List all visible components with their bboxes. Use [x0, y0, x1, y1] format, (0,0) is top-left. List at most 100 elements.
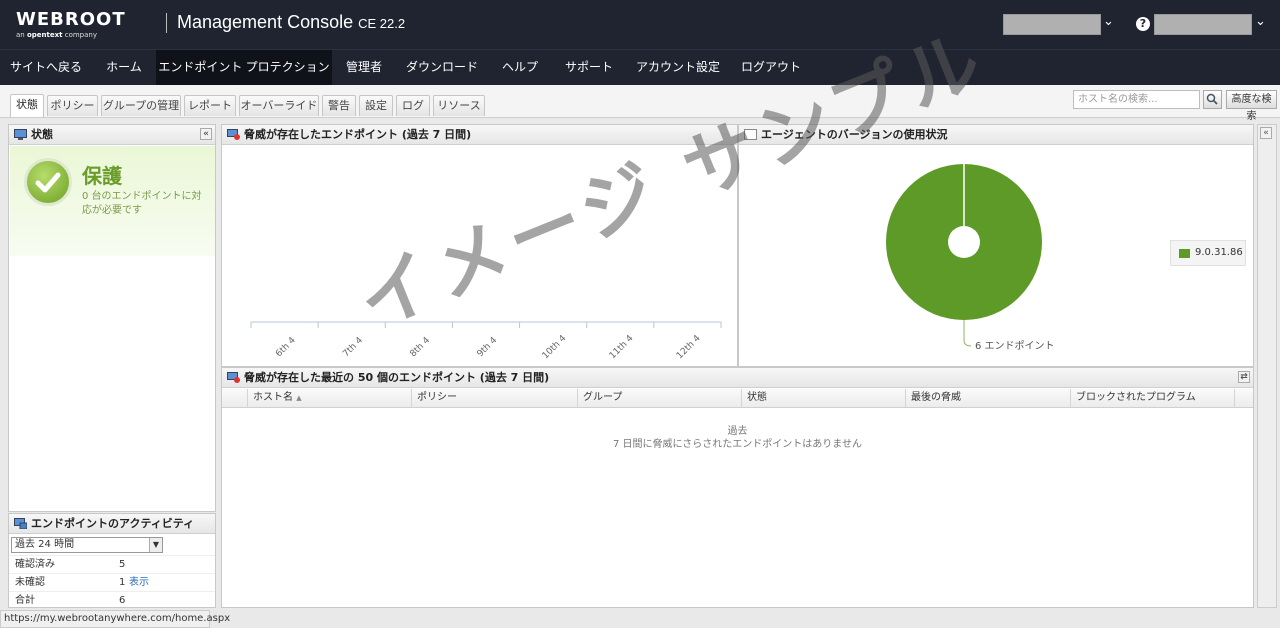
column-status[interactable]: 状態	[742, 389, 906, 407]
nav-back-to-site[interactable]: サイトへ戻る	[0, 50, 92, 85]
monitor-icon	[14, 129, 27, 140]
endpoint-activity-panel: エンドポイントのアクティビティ 過去 24 時間 ▼ 確認済み 5 未確認 1 …	[8, 513, 216, 608]
nav-admins[interactable]: 管理者	[332, 50, 396, 85]
threat-monitor-icon	[227, 372, 240, 383]
activity-panel-header: エンドポイントのアクティビティ	[9, 514, 215, 534]
recent-threats-header: 脅威が存在した最近の 50 個のエンドポイント (過去 7 日間) ⇄	[222, 368, 1253, 388]
tab-group-management[interactable]: グループの管理	[101, 95, 181, 116]
recent-threats-title: 脅威が存在した最近の 50 個のエンドポイント (過去 7 日間)	[244, 371, 550, 384]
x-tick-label: 8th 4	[408, 335, 432, 359]
protection-detail: 0 台のエンドポイントに対応が必要です	[82, 191, 202, 216]
sort-asc-icon: ▲	[296, 394, 302, 402]
app-title: Management Console CE 22.2	[177, 12, 405, 33]
right-collapsed-sidebar[interactable]	[1257, 124, 1277, 608]
x-tick-label: 10th 4	[541, 333, 569, 361]
status-panel-header: 状態 «	[9, 125, 215, 145]
nav-home[interactable]: ホーム	[92, 50, 156, 85]
threat-chart-header: 脅威が存在したエンドポイント (過去 7 日間)	[222, 125, 737, 145]
chevron-down-icon[interactable]: ⌄	[1255, 14, 1266, 29]
window-icon	[744, 129, 757, 140]
main-nav: サイトへ戻る ホーム エンドポイント プロテクション 管理者 ダウンロード ヘル…	[0, 49, 1280, 85]
activity-row: 確認済み 5	[9, 555, 215, 573]
tab-overrides[interactable]: オーバーライド	[239, 95, 319, 116]
threat-chart-panel: 脅威が存在したエンドポイント (過去 7 日間) 6th 4 7th 4 8th 4…	[221, 124, 738, 367]
empty-message-line2: 7 日間に脅威にさらされたエンドポイントはありません	[612, 439, 863, 450]
activity-period-value: 過去 24 時間	[15, 539, 75, 550]
activity-row-label: 未確認	[15, 577, 45, 588]
threat-monitor-icon	[227, 129, 240, 140]
x-tick-label: 7th 4	[341, 335, 365, 359]
threat-chart-svg: 6th 4 7th 4 8th 4 9th 4 10th 4 11th 4 12th 4	[250, 321, 722, 361]
activity-row-value: 5	[119, 559, 126, 570]
tab-settings[interactable]: 設定	[359, 95, 393, 116]
agent-version-title: エージェントのバージョンの使用状況	[761, 128, 948, 141]
app-version: CE 22.2	[358, 16, 406, 31]
tab-logs[interactable]: ログ	[396, 95, 430, 116]
x-tick-label: 6th 4	[274, 335, 298, 359]
recent-threats-panel: 脅威が存在した最近の 50 個のエンドポイント (過去 7 日間) ⇄ ホスト名…	[221, 367, 1254, 608]
activity-row-value: 1	[119, 577, 126, 588]
x-tick-label: 12th 4	[675, 333, 703, 361]
refresh-icon[interactable]: ⇄	[1238, 371, 1250, 383]
app-title-text: Management Console	[177, 12, 354, 32]
webroot-logo[interactable]: WEBROOT an opentext company	[16, 9, 126, 40]
slice-leader-line	[963, 320, 972, 347]
tab-reports[interactable]: レポート	[184, 95, 236, 116]
nav-support[interactable]: サポート	[552, 50, 626, 85]
activity-row-label: 合計	[15, 595, 35, 606]
activity-row-label: 確認済み	[15, 559, 55, 570]
table-header-row: ホスト名 ▲ ポリシー グループ 状態 最後の脅威 ブロックされたプログラム	[222, 389, 1253, 408]
x-tick-label: 9th 4	[476, 335, 500, 359]
logo-wordmark: WEBROOT	[16, 9, 126, 30]
nav-account-settings[interactable]: アカウント設定	[626, 50, 730, 85]
logo-sub-suffix: company	[64, 31, 97, 39]
tab-alerts[interactable]: 警告	[322, 95, 356, 116]
x-tick-label: 11th 4	[608, 333, 636, 361]
show-unconfirmed-link[interactable]: 表示	[129, 574, 149, 592]
empty-message-line1: 過去	[727, 426, 748, 437]
browser-status-url: https://my.webrootanywhere.com/home.aspx	[0, 610, 230, 628]
column-blocked-programs[interactable]: ブロックされたプログラム	[1071, 389, 1235, 407]
nav-logout[interactable]: ログアウト	[730, 50, 812, 85]
top-header: WEBROOT an opentext company Management C…	[0, 0, 1280, 49]
activity-panel-title: エンドポイントのアクティビティ	[31, 517, 195, 530]
column-policy[interactable]: ポリシー	[412, 389, 578, 407]
logo-sub-brand: opentext	[26, 31, 63, 39]
activity-row: 未確認 1 表示	[9, 573, 215, 591]
monitor-icon	[14, 518, 27, 529]
search-button[interactable]	[1203, 90, 1222, 109]
pie-hole	[948, 226, 980, 258]
logo-tagline: an opentext company	[16, 31, 126, 39]
activity-period-select[interactable]: 過去 24 時間 ▼	[11, 537, 163, 553]
pie-legend: 9.0.31.86	[1170, 240, 1246, 266]
status-panel: 状態 « 保護 0 台のエンドポイントに対応が必要です	[8, 124, 216, 512]
threat-chart-title: 脅威が存在したエンドポイント (過去 7 日間)	[244, 128, 472, 141]
help-icon[interactable]: ?	[1136, 17, 1150, 31]
agent-version-header: エージェントのバージョンの使用状況	[739, 125, 1253, 145]
chevron-down-icon[interactable]: ⌄	[1103, 14, 1114, 29]
protection-status: 保護 0 台のエンドポイントに対応が必要です	[10, 146, 215, 256]
checkbox-column	[222, 389, 248, 407]
column-hostname[interactable]: ホスト名 ▲	[248, 389, 412, 407]
chevron-down-icon[interactable]: ▼	[149, 538, 162, 552]
column-last-threat[interactable]: 最後の脅威	[906, 389, 1071, 407]
nav-endpoint-protection[interactable]: エンドポイント プロテクション	[156, 50, 332, 85]
tab-policies[interactable]: ポリシー	[47, 95, 98, 116]
legend-swatch	[1179, 249, 1190, 258]
search-icon	[1206, 93, 1218, 105]
column-group[interactable]: グループ	[578, 389, 742, 407]
user-account-selector[interactable]	[1154, 14, 1252, 35]
nav-help[interactable]: ヘルプ	[488, 50, 552, 85]
advanced-search-button[interactable]: 高度な検索	[1226, 90, 1277, 122]
status-panel-title: 状態	[31, 128, 53, 141]
nav-downloads[interactable]: ダウンロード	[396, 50, 488, 85]
tab-status[interactable]: 状態	[10, 94, 44, 117]
site-selector[interactable]	[1003, 14, 1101, 35]
activity-row-value: 6	[119, 595, 126, 606]
protection-state: 保護	[82, 164, 122, 188]
collapse-right-icon[interactable]: «	[1260, 127, 1272, 139]
host-search-input[interactable]: ホスト名の検索...	[1073, 90, 1200, 109]
tab-resources[interactable]: リソース	[433, 95, 485, 116]
collapse-left-icon[interactable]: «	[200, 128, 212, 140]
column-hostname-label: ホスト名	[253, 392, 293, 403]
